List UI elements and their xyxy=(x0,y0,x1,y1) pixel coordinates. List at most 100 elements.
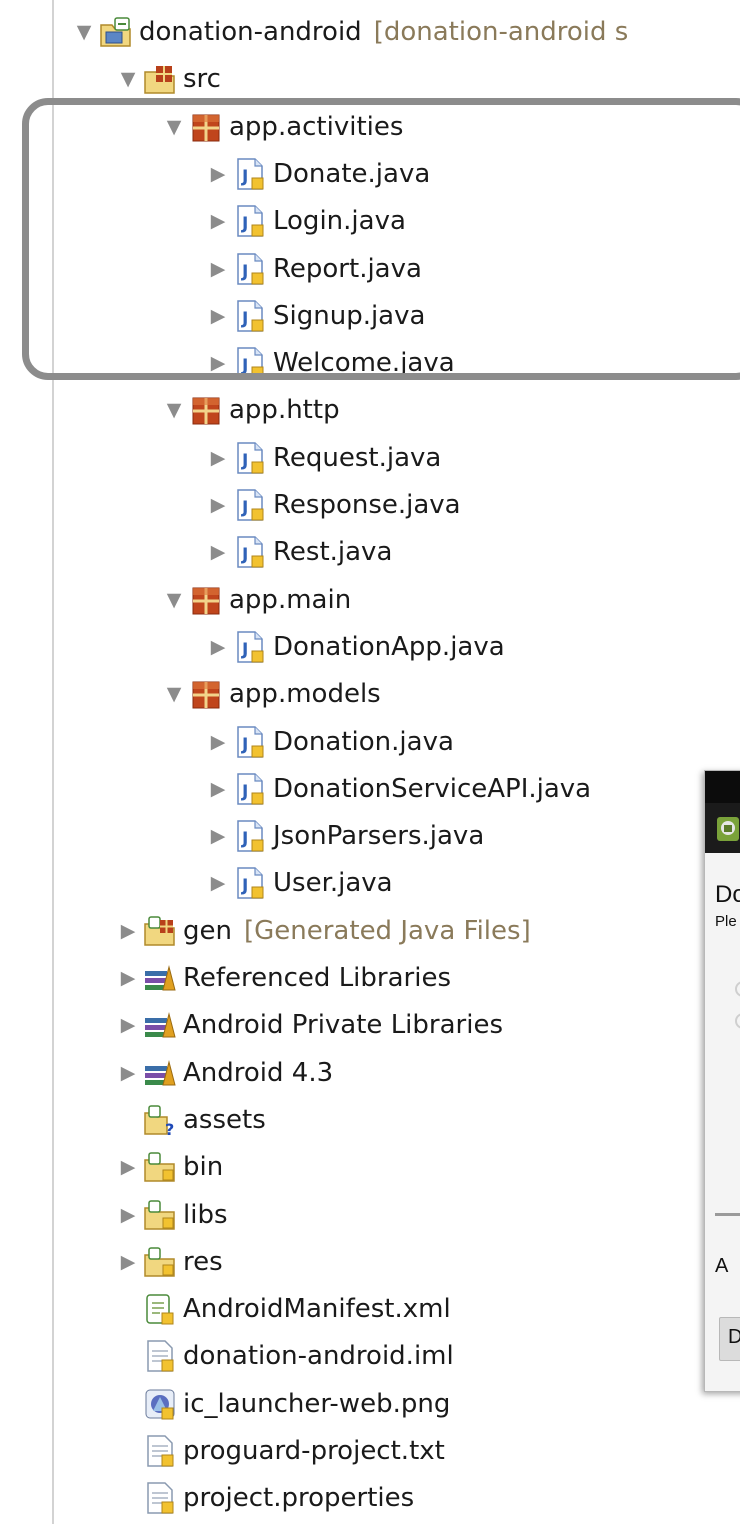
collapsed-arrow-icon[interactable]: ▶ xyxy=(116,1061,140,1085)
tree-item-assets[interactable]: ? assets xyxy=(116,1096,266,1143)
tree-item-label: Donation.java xyxy=(273,726,454,757)
tree-item-project[interactable]: ▼ donation-android [donation-android s xyxy=(72,8,629,55)
tree-item-label: Welcome.java xyxy=(273,347,455,378)
image-file-icon xyxy=(143,1387,177,1421)
tree-item-welcome[interactable]: ▶ J Welcome.java xyxy=(206,339,455,386)
collapsed-arrow-icon[interactable]: ▶ xyxy=(206,257,230,281)
tree-item-label: libs xyxy=(183,1199,228,1230)
tree-item-jsonparsers[interactable]: ▶ J JsonParsers.java xyxy=(206,812,484,859)
tree-item-res[interactable]: ▶ res xyxy=(116,1238,223,1285)
emulator-subtitle-text: Ple xyxy=(715,913,737,930)
tree-item-response[interactable]: ▶ J Response.java xyxy=(206,481,461,528)
emulator-radio-2[interactable] xyxy=(735,1013,740,1029)
svg-text:J: J xyxy=(241,829,248,849)
collapsed-arrow-icon[interactable]: ▶ xyxy=(116,1250,140,1274)
svg-text:J: J xyxy=(241,262,248,282)
java-file-icon: J xyxy=(233,204,267,238)
manifest-icon xyxy=(143,1292,177,1326)
package-icon xyxy=(189,583,223,617)
collapsed-arrow-icon[interactable]: ▶ xyxy=(116,1013,140,1037)
tree-guide-line xyxy=(52,0,54,1524)
tree-item-decoration: [Generated Java Files] xyxy=(243,915,531,946)
tree-item-donationapp[interactable]: ▶ J DonationApp.java xyxy=(206,623,505,670)
svg-text:?: ? xyxy=(165,1120,174,1137)
collapsed-arrow-icon[interactable]: ▶ xyxy=(206,162,230,186)
tree-item-pkg-activities[interactable]: ▼ app.activities xyxy=(162,103,404,150)
emulator-donate-button[interactable]: D xyxy=(719,1317,740,1361)
tree-item-pkg-http[interactable]: ▼ app.http xyxy=(162,386,340,433)
tree-item-label: src xyxy=(183,63,221,94)
expanded-arrow-icon[interactable]: ▼ xyxy=(116,67,140,91)
package-icon xyxy=(189,110,223,144)
java-file-icon: J xyxy=(233,725,267,759)
tree-item-androidmanifest[interactable]: AndroidManifest.xml xyxy=(116,1285,451,1332)
expanded-arrow-icon[interactable]: ▼ xyxy=(162,115,186,139)
tree-item-pkg-main[interactable]: ▼ app.main xyxy=(162,576,351,623)
folder-icon xyxy=(143,1150,177,1184)
emulator-radio-1[interactable] xyxy=(735,981,740,997)
collapsed-arrow-icon[interactable]: ▶ xyxy=(206,635,230,659)
emulator-divider xyxy=(715,1213,740,1216)
tree-item-signup[interactable]: ▶ J Signup.java xyxy=(206,292,425,339)
collapsed-arrow-icon[interactable]: ▶ xyxy=(206,304,230,328)
collapsed-arrow-icon[interactable]: ▶ xyxy=(206,824,230,848)
collapsed-arrow-icon[interactable]: ▶ xyxy=(206,871,230,895)
tree-item-rest[interactable]: ▶ J Rest.java xyxy=(206,528,392,575)
collapsed-arrow-icon[interactable]: ▶ xyxy=(206,777,230,801)
tree-item-src[interactable]: ▼ src xyxy=(116,55,221,102)
tree-item-ic-launcher[interactable]: ic_launcher-web.png xyxy=(116,1380,450,1427)
package-icon xyxy=(189,677,223,711)
expanded-arrow-icon[interactable]: ▼ xyxy=(162,398,186,422)
tree-item-login[interactable]: ▶ J Login.java xyxy=(206,197,406,244)
expanded-arrow-icon[interactable]: ▼ xyxy=(162,682,186,706)
tree-item-donationserviceapi[interactable]: ▶ J DonationServiceAPI.java xyxy=(206,765,591,812)
tree-item-pkg-models[interactable]: ▼ app.models xyxy=(162,670,381,717)
tree-item-donate[interactable]: ▶ J Donate.java xyxy=(206,150,430,197)
tree-item-donation[interactable]: ▶ J Donation.java xyxy=(206,718,454,765)
emulator-amount-label: A xyxy=(715,1255,729,1277)
collapsed-arrow-icon[interactable]: ▶ xyxy=(206,540,230,564)
tree-item-project-properties[interactable]: project.properties xyxy=(116,1474,414,1521)
tree-item-report[interactable]: ▶ J Report.java xyxy=(206,245,422,292)
collapsed-arrow-icon[interactable]: ▶ xyxy=(116,966,140,990)
java-file-icon: J xyxy=(233,441,267,475)
collapsed-arrow-icon[interactable]: ▶ xyxy=(116,1203,140,1227)
java-file-icon: J xyxy=(233,157,267,191)
tree-item-android-private-libraries[interactable]: ▶ Android Private Libraries xyxy=(116,1001,503,1048)
tree-item-proguard[interactable]: proguard-project.txt xyxy=(116,1427,445,1474)
emulator-status-bar xyxy=(705,771,740,803)
tree-item-label: DonationServiceAPI.java xyxy=(273,773,592,804)
arrow-spacer xyxy=(116,1486,140,1510)
tree-item-referenced-libraries[interactable]: ▶ Referenced Libraries xyxy=(116,954,451,1001)
tree-item-android-43[interactable]: ▶ Android 4.3 xyxy=(116,1049,333,1096)
emulator-button-label: D xyxy=(728,1326,740,1349)
svg-text:J: J xyxy=(241,498,248,518)
svg-text:J: J xyxy=(241,545,248,565)
collapsed-arrow-icon[interactable]: ▶ xyxy=(206,730,230,754)
tree-item-iml[interactable]: donation-android.iml xyxy=(116,1332,454,1379)
svg-text:J: J xyxy=(241,309,248,329)
collapsed-arrow-icon[interactable]: ▶ xyxy=(206,446,230,470)
collapsed-arrow-icon[interactable]: ▶ xyxy=(116,1155,140,1179)
project-folder-icon xyxy=(99,15,133,49)
tree-item-libs[interactable]: ▶ libs xyxy=(116,1191,228,1238)
collapsed-arrow-icon[interactable]: ▶ xyxy=(206,493,230,517)
assets-folder-icon: ? xyxy=(143,1103,177,1137)
collapsed-arrow-icon[interactable]: ▶ xyxy=(206,209,230,233)
svg-text:J: J xyxy=(241,876,248,896)
tree-item-label: app.http xyxy=(229,394,340,425)
expanded-arrow-icon[interactable]: ▼ xyxy=(162,588,186,612)
tree-item-label: Report.java xyxy=(273,253,422,284)
arrow-spacer xyxy=(116,1108,140,1132)
expanded-arrow-icon[interactable]: ▼ xyxy=(72,20,96,44)
tree-item-label: Donate.java xyxy=(273,158,431,189)
tree-item-gen[interactable]: ▶ gen [Generated Java Files] xyxy=(116,907,531,954)
tree-item-bin[interactable]: ▶ bin xyxy=(116,1143,224,1190)
collapsed-arrow-icon[interactable]: ▶ xyxy=(206,351,230,375)
tree-item-label: Login.java xyxy=(273,205,406,236)
tree-item-user[interactable]: ▶ J User.java xyxy=(206,859,393,906)
text-file-icon xyxy=(143,1339,177,1373)
tree-item-request[interactable]: ▶ J Request.java xyxy=(206,434,441,481)
tree-item-label: Android 4.3 xyxy=(183,1057,334,1088)
collapsed-arrow-icon[interactable]: ▶ xyxy=(116,919,140,943)
